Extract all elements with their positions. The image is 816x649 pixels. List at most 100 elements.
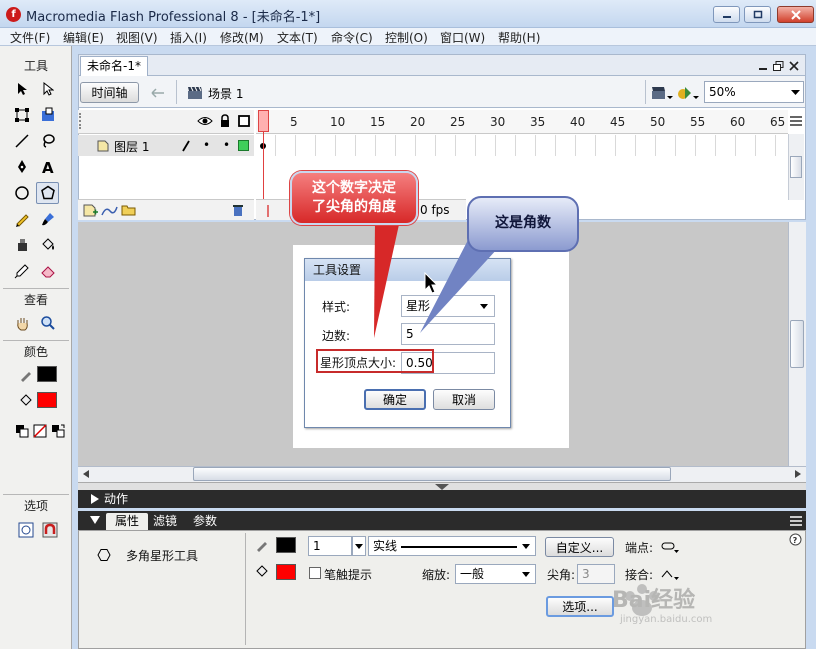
stage-vscroll-thumb[interactable] — [790, 320, 804, 368]
stroke-height-slider-icon[interactable] — [352, 536, 366, 556]
miter-input[interactable]: 3 — [577, 564, 615, 584]
doc-close-button[interactable] — [787, 59, 801, 73]
selection-tool[interactable] — [10, 78, 33, 100]
minimize-button[interactable] — [713, 6, 740, 23]
brush-tool[interactable] — [36, 208, 59, 230]
playhead[interactable] — [258, 110, 269, 132]
stroke-height-input[interactable]: 1 — [308, 536, 352, 556]
insert-folder-icon[interactable] — [120, 203, 136, 217]
pencil-tool[interactable] — [10, 208, 33, 230]
oval-tool[interactable] — [10, 182, 33, 204]
tab-properties[interactable]: 属性 — [106, 513, 148, 530]
scene-label: 场景 1 — [208, 87, 244, 101]
layer-row[interactable]: 图层 1 • • — [78, 135, 254, 156]
baidu-watermark: Bai经验 jingyan.baidu.com — [612, 574, 792, 634]
snap-to-objects-option[interactable] — [38, 519, 61, 541]
cap-select-icon[interactable] — [660, 538, 680, 556]
zoom-tool[interactable] — [36, 312, 59, 334]
ok-button[interactable]: 确定 — [364, 389, 426, 410]
properties-tab-bar — [78, 511, 806, 530]
hand-tool[interactable] — [10, 312, 33, 334]
edit-symbols-button[interactable] — [676, 82, 700, 104]
menu-edit[interactable]: 编辑(E) — [63, 29, 104, 46]
timeline-grip[interactable] — [79, 113, 85, 129]
doc-minimize-button[interactable] — [756, 59, 770, 73]
document-tab[interactable]: 未命名-1* — [80, 56, 148, 76]
layer-outline-color[interactable] — [238, 140, 249, 151]
text-a-icon: A — [42, 159, 54, 175]
help-icon[interactable]: ? — [788, 532, 802, 546]
menu-view[interactable]: 视图(V) — [116, 29, 158, 46]
frames-row[interactable] — [256, 135, 788, 156]
options-button[interactable]: 选项... — [546, 596, 614, 617]
scale-select[interactable]: 一般 — [455, 564, 536, 584]
motion-guide-icon[interactable] — [100, 203, 118, 217]
timeline-toggle-button[interactable]: 时间轴 — [80, 82, 139, 103]
scroll-right-arrow-icon[interactable] — [792, 468, 804, 480]
object-drawing-option[interactable] — [14, 519, 37, 541]
lock-icon[interactable] — [219, 113, 231, 129]
scene-clapper-icon — [186, 84, 204, 102]
panel-menu-icon[interactable] — [788, 513, 804, 529]
actions-panel-header[interactable]: 动作 — [78, 490, 806, 508]
eyedropper-icon — [14, 264, 29, 279]
close-button[interactable] — [777, 6, 814, 23]
lasso-tool[interactable] — [36, 130, 59, 152]
insert-layer-icon[interactable] — [82, 203, 98, 217]
swap-colors-button[interactable] — [46, 420, 69, 442]
pen-tool[interactable] — [10, 156, 33, 178]
edit-scene-button[interactable] — [650, 82, 674, 104]
fill-transform-tool[interactable] — [36, 104, 59, 126]
maximize-button[interactable] — [744, 6, 771, 23]
menu-insert[interactable]: 插入(I) — [170, 29, 207, 46]
menu-window[interactable]: 窗口(W) — [440, 29, 485, 46]
magnet-icon — [42, 522, 57, 538]
collapse-arrow-icon[interactable] — [91, 494, 99, 504]
doc-restore-button[interactable] — [771, 59, 785, 73]
props-fill-swatch[interactable] — [276, 564, 296, 580]
paint-bucket-tool[interactable] — [36, 234, 59, 256]
eyedropper-tool[interactable] — [10, 260, 33, 282]
stroke-style-select[interactable]: 实线 — [368, 536, 536, 556]
tab-parameters[interactable]: 参数 — [193, 513, 217, 530]
menu-control[interactable]: 控制(O) — [385, 29, 428, 46]
custom-stroke-button[interactable]: 自定义... — [545, 537, 614, 557]
text-tool[interactable]: A — [36, 156, 59, 178]
ink-bottle-tool[interactable] — [10, 234, 33, 256]
props-stroke-swatch[interactable] — [276, 537, 296, 553]
cancel-button[interactable]: 取消 — [433, 389, 495, 410]
close-icon — [789, 61, 799, 71]
panel-divider[interactable] — [78, 482, 806, 490]
expand-arrow-icon[interactable] — [90, 516, 100, 524]
trash-icon[interactable] — [231, 203, 245, 217]
outline-toggle-icon[interactable] — [237, 114, 251, 128]
menu-help[interactable]: 帮助(H) — [498, 29, 540, 46]
menu-commands[interactable]: 命令(C) — [331, 29, 373, 46]
stroke-color-swatch[interactable] — [37, 366, 57, 382]
lock-dot[interactable]: • — [223, 138, 230, 152]
menu-file[interactable]: 文件(F) — [10, 29, 50, 46]
back-arrow-button[interactable] — [148, 84, 168, 102]
zoom-dropdown-arrow-icon[interactable] — [788, 86, 802, 98]
timeline-vscroll-thumb[interactable] — [790, 156, 802, 178]
center-frame-icon[interactable] — [262, 204, 274, 218]
polystar-tool[interactable] — [36, 182, 59, 204]
free-transform-tool[interactable] — [10, 104, 33, 126]
subselection-tool[interactable] — [36, 78, 59, 100]
menu-text[interactable]: 文本(T) — [277, 29, 318, 46]
tools-heading: 工具 — [23, 59, 48, 73]
tab-filters[interactable]: 滤镜 — [153, 513, 177, 530]
stroke-hinting-checkbox[interactable] — [309, 567, 321, 579]
eraser-tool[interactable] — [36, 260, 59, 282]
show-hide-eye-icon[interactable] — [197, 114, 213, 128]
visibility-dot[interactable]: • — [203, 138, 210, 152]
stage-hscroll-thumb[interactable] — [193, 467, 671, 481]
menu-modify[interactable]: 修改(M) — [220, 29, 264, 46]
scroll-left-arrow-icon[interactable] — [80, 468, 92, 480]
fill-color-swatch[interactable] — [37, 392, 57, 408]
line-tool[interactable] — [10, 130, 33, 152]
timeline-menu-icon[interactable] — [788, 112, 804, 132]
scale-value: 一般 — [460, 567, 485, 581]
window-title: Macromedia Flash Professional 8 - [未命名-1… — [26, 10, 321, 25]
minimize-icon — [722, 15, 731, 18]
